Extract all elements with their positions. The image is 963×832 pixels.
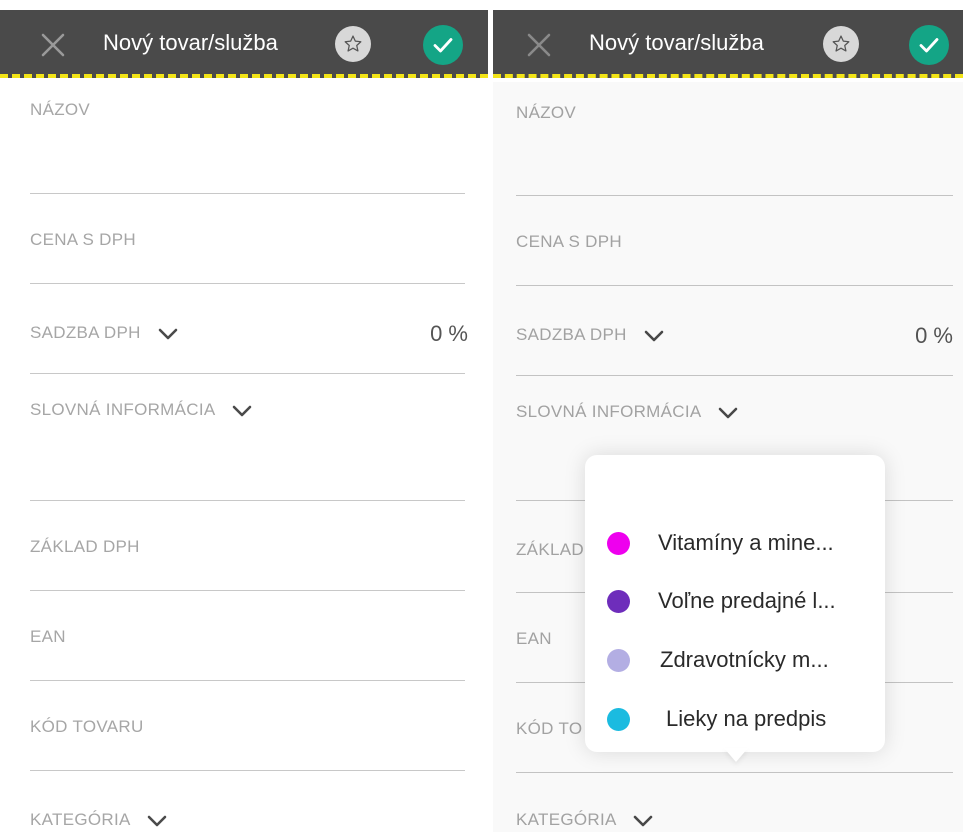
chevron-down-icon	[147, 815, 167, 826]
verbal-info-label: SLOVNÁ INFORMÁCIA	[30, 400, 215, 419]
category-option-medical[interactable]: Zdravotnícky m...	[585, 640, 885, 680]
price-input[interactable]	[30, 283, 465, 284]
product-code-input[interactable]	[30, 770, 465, 771]
app-header: Nový tovar/služba	[493, 10, 963, 78]
category-color-dot	[607, 649, 630, 672]
name-label: NÁZOV	[30, 100, 91, 119]
category-color-dot	[607, 532, 630, 555]
category-dropdown[interactable]: KATEGÓRIA	[30, 810, 167, 830]
verbal-info-input[interactable]	[30, 500, 465, 501]
vat-base-label: ZÁKLAD DPH	[30, 537, 140, 556]
save-button[interactable]	[909, 25, 949, 65]
check-icon	[919, 38, 939, 53]
category-option-label: Zdravotnícky m...	[660, 647, 829, 672]
category-option-vitamins[interactable]: Vitamíny a mine...	[585, 523, 885, 563]
category-label: KATEGÓRIA	[30, 810, 130, 829]
product-code-label: KÓD TOVARU	[30, 717, 144, 736]
vat-base-input[interactable]	[30, 590, 465, 591]
star-icon	[832, 35, 850, 52]
favorite-button[interactable]	[335, 26, 371, 62]
ean-label: EAN	[30, 627, 66, 646]
category-option-otc[interactable]: Voľne predajné l...	[585, 581, 885, 621]
close-icon[interactable]	[526, 32, 552, 58]
vat-rate-label: SADZBA DPH	[30, 323, 141, 342]
category-option-label: Lieky na predpis	[666, 706, 827, 731]
product-form-screen-with-category-popover: Nový tovar/služba NÁZOV CENA S DPH SADZB…	[493, 0, 963, 832]
price-label: CENA S DPH	[30, 230, 136, 249]
check-icon	[433, 38, 453, 53]
category-option-label: Vitamíny a mine...	[658, 530, 834, 555]
vat-rate-dropdown[interactable]: SADZBA DPH	[30, 323, 178, 343]
app-header: Nový tovar/služba	[0, 10, 488, 78]
close-icon[interactable]	[40, 32, 66, 58]
name-input[interactable]	[30, 193, 465, 194]
favorite-button[interactable]	[823, 26, 859, 62]
category-popover: Vitamíny a mine... Voľne predajné l... Z…	[585, 455, 885, 752]
ean-input[interactable]	[30, 680, 465, 681]
vat-rate-value: 0 %	[430, 321, 468, 346]
category-color-dot	[607, 590, 630, 613]
star-icon	[344, 35, 362, 52]
chevron-down-icon	[232, 405, 251, 416]
chevron-down-icon	[158, 328, 178, 339]
save-button[interactable]	[423, 25, 463, 65]
verbal-info-dropdown[interactable]: SLOVNÁ INFORMÁCIA	[30, 400, 252, 420]
product-form-screen: Nový tovar/služba NÁZOV CENA S DPH SADZB…	[0, 0, 488, 832]
page-title: Nový tovar/služba	[589, 30, 764, 55]
popover-arrow	[724, 748, 748, 762]
page-title: Nový tovar/služba	[103, 30, 278, 55]
category-color-dot	[607, 708, 630, 731]
category-option-prescription[interactable]: Lieky na predpis	[585, 699, 885, 739]
vat-rate-divider	[30, 373, 465, 374]
category-option-label: Voľne predajné l...	[658, 588, 836, 613]
